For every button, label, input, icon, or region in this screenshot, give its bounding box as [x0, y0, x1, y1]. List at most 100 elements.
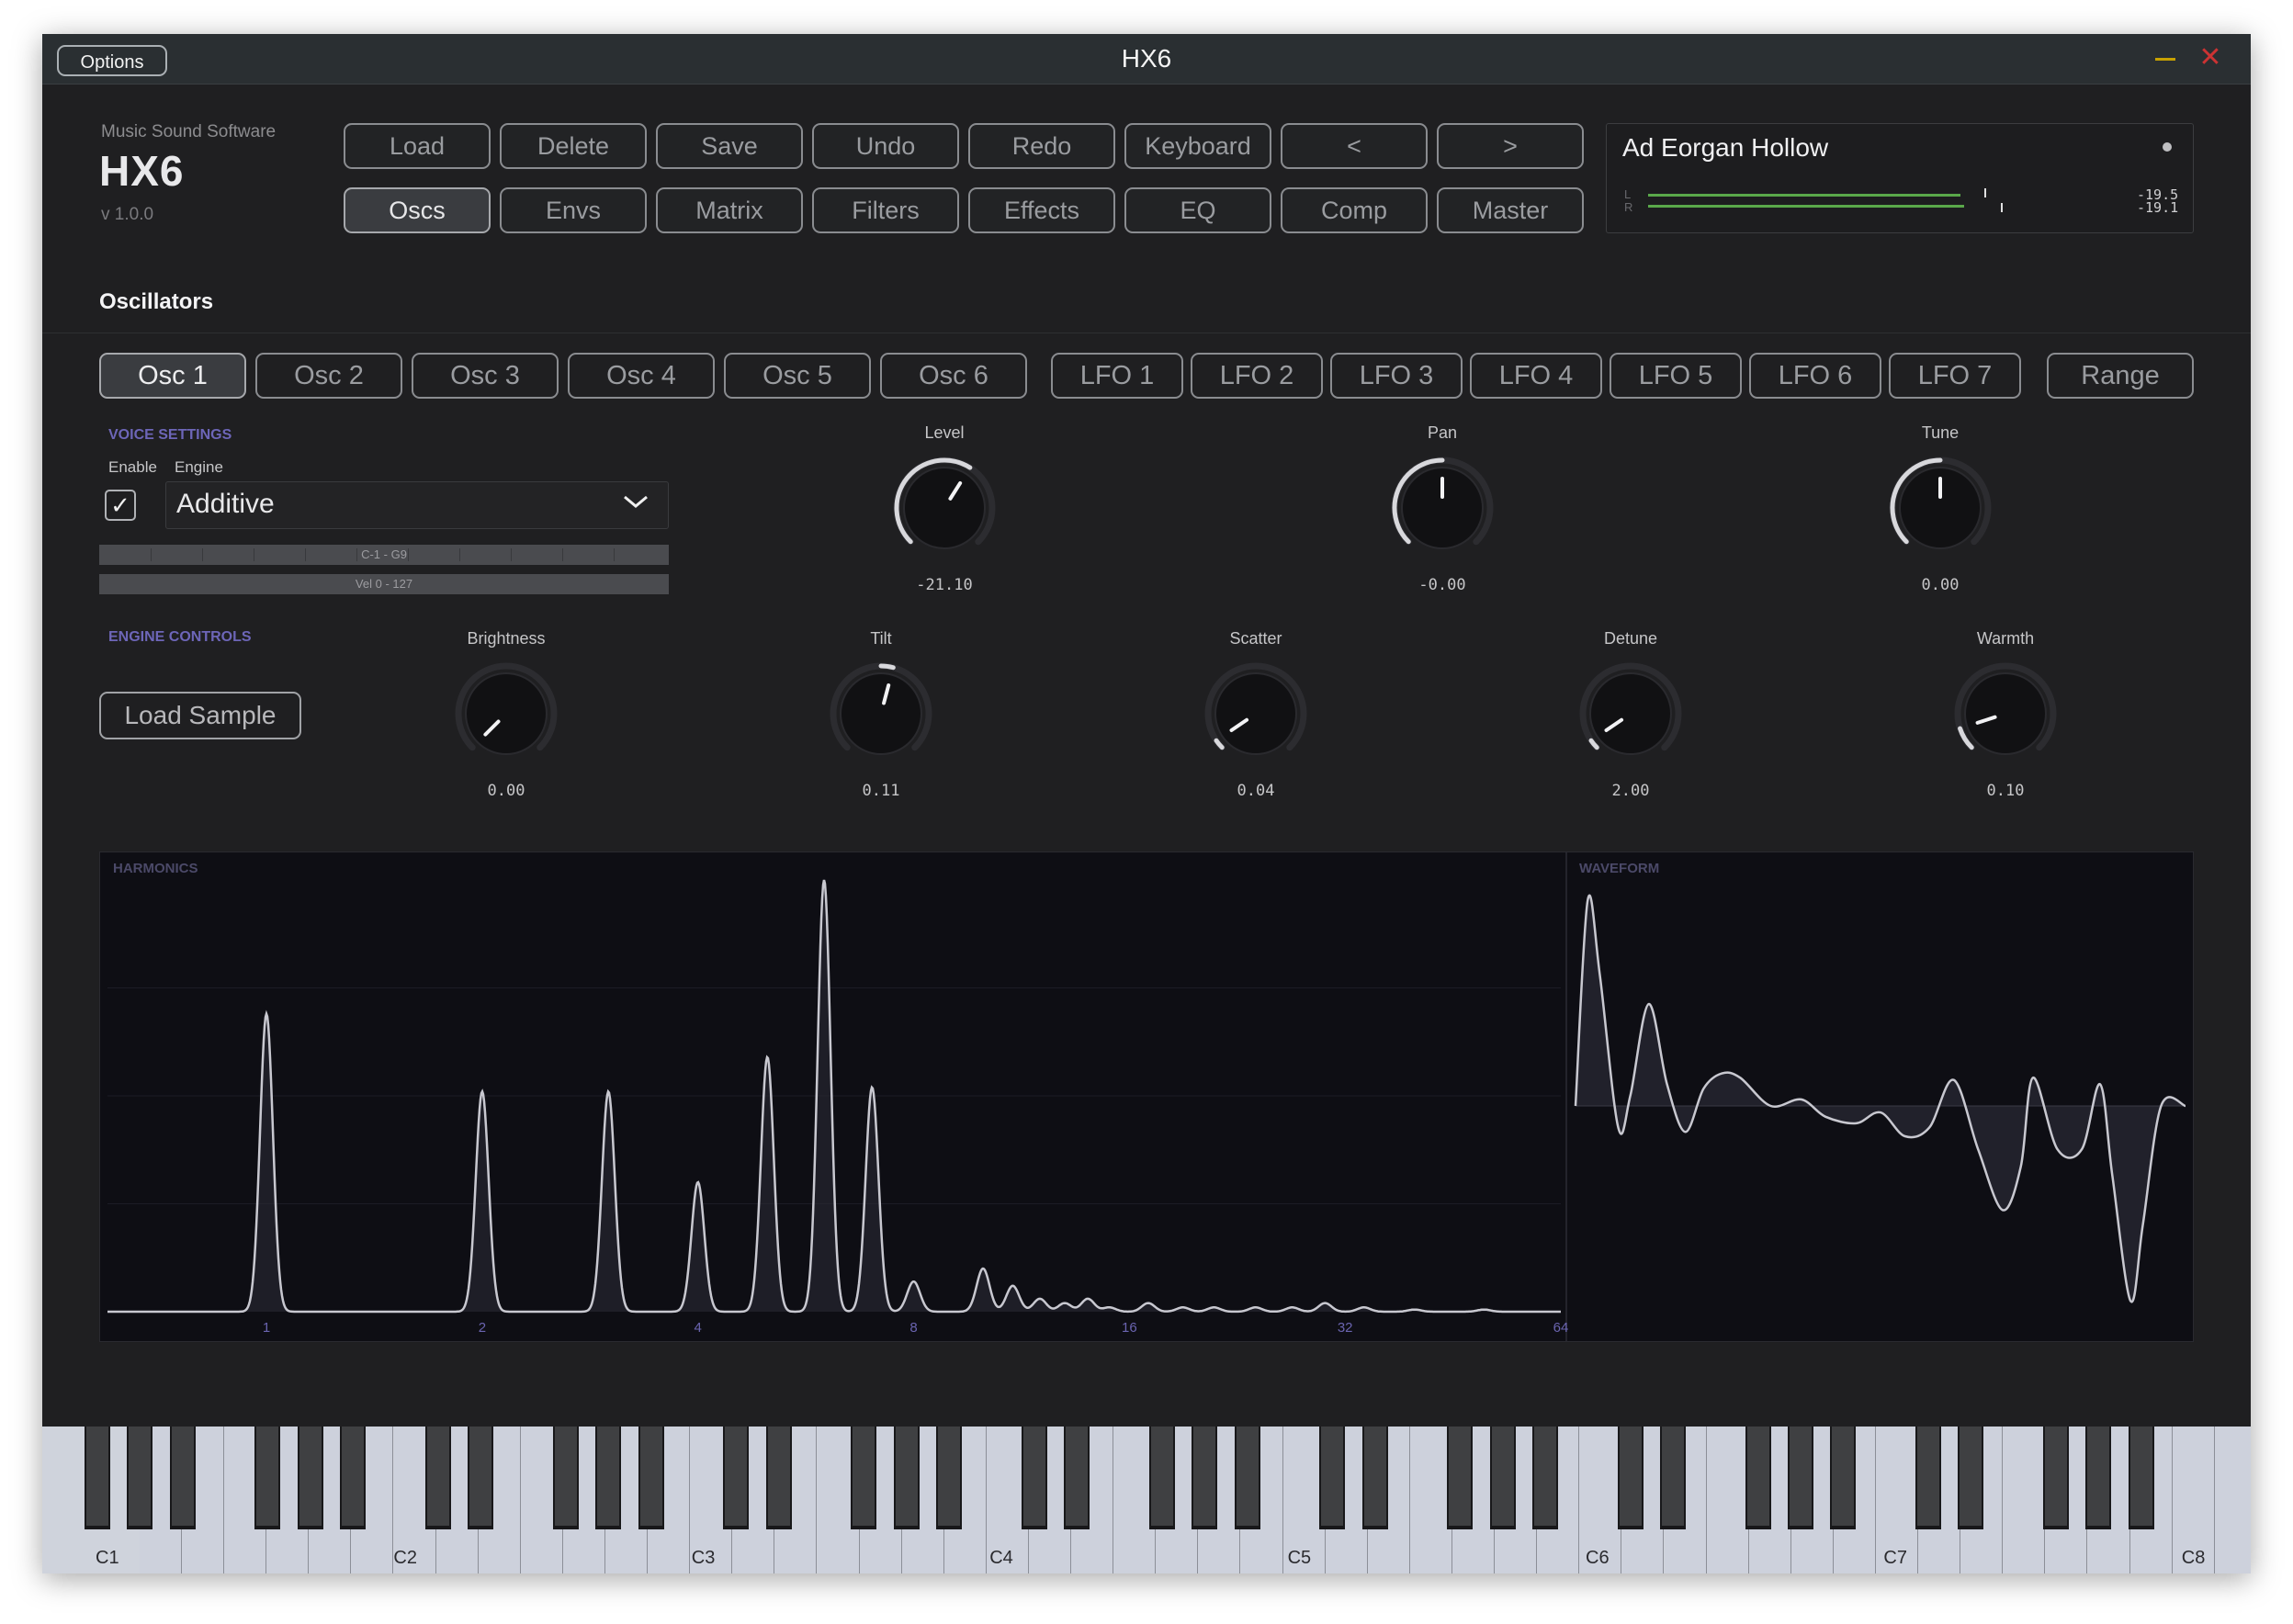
piano-keyboard[interactable]: C1 C2 C3 C4 C5 C6 C7 C8: [42, 1427, 2251, 1573]
tab-osc-6[interactable]: Osc 6: [880, 353, 1027, 399]
tab-lfo-4[interactable]: LFO 4: [1470, 353, 1602, 399]
tab-lfo-2[interactable]: LFO 2: [1191, 353, 1323, 399]
matrix-page-button[interactable]: Matrix: [656, 187, 803, 233]
black-key[interactable]: [254, 1427, 281, 1529]
delete-button[interactable]: Delete: [500, 123, 647, 169]
black-key[interactable]: [595, 1427, 622, 1529]
black-key[interactable]: [468, 1427, 494, 1529]
black-key[interactable]: [552, 1427, 579, 1529]
white-key[interactable]: [2214, 1427, 2251, 1573]
tune-knob[interactable]: [1887, 455, 1994, 566]
black-key[interactable]: [85, 1427, 110, 1529]
level-knob[interactable]: [891, 455, 998, 566]
black-key[interactable]: [2085, 1427, 2112, 1529]
harmonics-tick-label: 4: [695, 1320, 702, 1336]
tilt-knob[interactable]: [828, 660, 934, 772]
enable-checkbox[interactable]: ✓: [105, 490, 136, 521]
tab-lfo-3[interactable]: LFO 3: [1330, 353, 1463, 399]
key-range-bar[interactable]: C-1 - G9: [99, 545, 669, 565]
black-key[interactable]: [1021, 1427, 1047, 1529]
graph-panel[interactable]: HARMONICS WAVEFORM 1 2 4 8 16 32 64: [99, 851, 2194, 1342]
black-key[interactable]: [1361, 1427, 1388, 1529]
black-key[interactable]: [1148, 1427, 1175, 1529]
warmth-knob[interactable]: [1952, 660, 2059, 772]
black-key[interactable]: [297, 1427, 323, 1529]
tab-lfo-7[interactable]: LFO 7: [1889, 353, 2021, 399]
knob-graphic: [455, 662, 558, 755]
black-key[interactable]: [1319, 1427, 1346, 1529]
black-key[interactable]: [1915, 1427, 1941, 1529]
tab-lfo-1[interactable]: LFO 1: [1051, 353, 1183, 399]
knob-graphic: [830, 662, 932, 755]
black-key[interactable]: [765, 1427, 792, 1529]
pan-knob[interactable]: [1389, 455, 1496, 566]
envs-page-button[interactable]: Envs: [500, 187, 647, 233]
tab-lfo-5[interactable]: LFO 5: [1610, 353, 1742, 399]
black-key[interactable]: [127, 1427, 153, 1529]
black-key[interactable]: [1745, 1427, 1771, 1529]
black-key[interactable]: [1447, 1427, 1474, 1529]
black-key[interactable]: [851, 1427, 877, 1529]
black-key[interactable]: [1788, 1427, 1813, 1529]
harmonics-tick-label: 8: [909, 1320, 917, 1336]
meter-l-peak: [1984, 188, 1986, 197]
filters-page-button[interactable]: Filters: [812, 187, 959, 233]
black-key[interactable]: [1958, 1427, 1984, 1529]
undo-button[interactable]: Undo: [812, 123, 959, 169]
minimize-icon[interactable]: [2155, 58, 2175, 61]
preset-name[interactable]: Ad Eorgan Hollow: [1622, 133, 1828, 163]
master-page-button[interactable]: Master: [1437, 187, 1584, 233]
harmonics-tick-label: 32: [1338, 1320, 1353, 1336]
knob-body: [903, 467, 986, 549]
black-key[interactable]: [638, 1427, 664, 1529]
knob-graphic: [1391, 457, 1494, 549]
effects-page-button[interactable]: Effects: [968, 187, 1115, 233]
black-key[interactable]: [723, 1427, 750, 1529]
tab-osc-3[interactable]: Osc 3: [412, 353, 559, 399]
prev-preset-button[interactable]: <: [1281, 123, 1428, 169]
knob-graphic: [1954, 662, 2057, 755]
black-key[interactable]: [1531, 1427, 1558, 1529]
close-icon[interactable]: ✕: [2197, 44, 2223, 72]
white-key[interactable]: [1409, 1427, 1452, 1573]
next-preset-button[interactable]: >: [1437, 123, 1584, 169]
brightness-knob[interactable]: [453, 660, 559, 772]
detune-knob[interactable]: [1577, 660, 1684, 772]
black-key[interactable]: [1064, 1427, 1090, 1529]
tab-range[interactable]: Range: [2047, 353, 2194, 399]
black-key[interactable]: [424, 1427, 451, 1529]
white-key[interactable]: [1706, 1427, 1749, 1573]
tab-lfo-6[interactable]: LFO 6: [1749, 353, 1881, 399]
black-key[interactable]: [340, 1427, 367, 1529]
scatter-knob[interactable]: [1203, 660, 1309, 772]
black-key[interactable]: [1192, 1427, 1218, 1529]
tab-osc-4[interactable]: Osc 4: [568, 353, 715, 399]
black-key[interactable]: [893, 1427, 920, 1529]
key-range-ticks: [99, 545, 669, 565]
black-key[interactable]: [2043, 1427, 2070, 1529]
white-key[interactable]: [2003, 1427, 2046, 1573]
key-range-tick: [202, 548, 203, 561]
oscs-page-button[interactable]: Oscs: [344, 187, 491, 233]
tab-osc-1[interactable]: Osc 1: [99, 353, 246, 399]
load-sample-button[interactable]: Load Sample: [99, 692, 301, 739]
tab-osc-2[interactable]: Osc 2: [255, 353, 402, 399]
velocity-range-bar[interactable]: Vel 0 - 127: [99, 574, 669, 594]
black-key[interactable]: [1660, 1427, 1686, 1529]
comp-page-button[interactable]: Comp: [1281, 187, 1428, 233]
tab-osc-5[interactable]: Osc 5: [724, 353, 871, 399]
black-key[interactable]: [2128, 1427, 2154, 1529]
black-key[interactable]: [1489, 1427, 1516, 1529]
redo-button[interactable]: Redo: [968, 123, 1115, 169]
black-key[interactable]: [169, 1427, 196, 1529]
black-key[interactable]: [1830, 1427, 1857, 1529]
save-button[interactable]: Save: [656, 123, 803, 169]
meter-l-bar: [1648, 194, 1960, 197]
black-key[interactable]: [1617, 1427, 1644, 1529]
load-button[interactable]: Load: [344, 123, 491, 169]
graph-canvas[interactable]: HARMONICS WAVEFORM 1 2 4 8 16 32 64: [100, 852, 2193, 1341]
black-key[interactable]: [936, 1427, 962, 1529]
keyboard-button[interactable]: Keyboard: [1124, 123, 1271, 169]
eq-page-button[interactable]: EQ: [1124, 187, 1271, 233]
black-key[interactable]: [1234, 1427, 1260, 1529]
